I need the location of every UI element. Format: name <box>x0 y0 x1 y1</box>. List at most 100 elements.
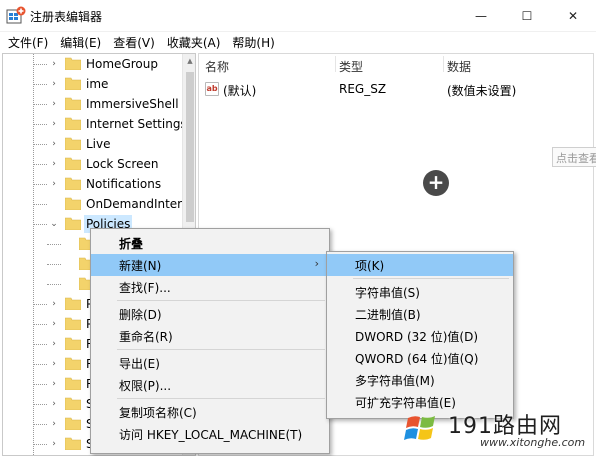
expand-arrow-icon[interactable]: › <box>49 414 59 434</box>
value-name: (默认) <box>223 84 257 98</box>
context-menu-item-label: 访问 HKEY_LOCAL_MACHINE(T) <box>119 427 303 442</box>
context-menu-item-label: 删除(D) <box>119 307 162 322</box>
tree-item[interactable]: › Notifications <box>3 174 183 194</box>
column-header-name[interactable]: 名称 <box>205 58 229 75</box>
tree-item[interactable]: › ime <box>3 74 183 94</box>
registry-editor-icon <box>6 6 26 24</box>
submenu-item[interactable]: 字符串值(S) <box>327 281 513 303</box>
close-button[interactable]: ✕ <box>550 0 596 32</box>
menu-view[interactable]: 查看(V) <box>107 34 161 51</box>
context-menu-item[interactable]: 重命名(R) <box>91 325 329 347</box>
expand-arrow-icon[interactable]: › <box>49 114 59 134</box>
folder-icon <box>65 337 81 350</box>
menu-separator <box>117 349 325 350</box>
folder-icon <box>65 117 81 130</box>
context-menu-item[interactable]: 查找(F)... <box>91 276 329 298</box>
tree-guide-line <box>47 264 61 265</box>
menu-separator <box>353 278 509 279</box>
tree-item-label: ImmersiveShell <box>86 97 179 111</box>
menu-separator <box>117 398 325 399</box>
tree-guide-line <box>33 404 47 405</box>
string-value-icon: ab <box>205 82 219 96</box>
expand-arrow-icon[interactable]: › <box>49 294 59 314</box>
tree-item[interactable]: › Internet Settings <box>3 114 187 134</box>
scroll-thumb[interactable] <box>186 72 194 222</box>
folder-icon <box>65 57 81 70</box>
submenu-item-label: DWORD (32 位)值(D) <box>355 329 478 344</box>
context-menu: 折叠新建(N) › 查找(F)... 删除(D) 重命名(R) 导出(E) 权限(P)...… <box>90 228 330 454</box>
collapse-arrow-icon[interactable]: ⌄ <box>49 214 59 234</box>
submenu-item[interactable]: QWORD (64 位)值(Q) <box>327 347 513 369</box>
side-tooltip[interactable]: 点击查看 <box>552 147 596 167</box>
tree-guide-line <box>33 384 47 385</box>
column-header-data[interactable]: 数据 <box>447 58 471 75</box>
tree-guide-line <box>33 144 47 145</box>
tree-guide-line <box>33 324 47 325</box>
context-menu-item[interactable]: 删除(D) <box>91 303 329 325</box>
tree-guide-line <box>33 184 47 185</box>
new-submenu: 项(K) 字符串值(S) 二进制值(B) DWORD (32 位)值(D) QWORD … <box>326 251 514 419</box>
tree-item-label: Live <box>86 137 111 151</box>
tree-item[interactable]: › HomeGroup <box>3 54 183 74</box>
expand-arrow-icon[interactable]: › <box>49 74 59 94</box>
tree-item[interactable]: › Live <box>3 134 183 154</box>
folder-icon <box>65 357 81 370</box>
expand-arrow-icon[interactable]: › <box>49 314 59 334</box>
tree-guide-line <box>33 304 47 305</box>
context-menu-item[interactable]: 权限(P)... <box>91 374 329 396</box>
expand-arrow-icon[interactable]: › <box>49 54 59 74</box>
expand-arrow-icon[interactable]: › <box>49 94 59 114</box>
context-menu-item[interactable]: 访问 HKEY_LOCAL_MACHINE(T) <box>91 423 329 445</box>
submenu-arrow-icon: › <box>314 257 319 270</box>
tree-item[interactable]: OnDemandInterfac <box>3 194 195 214</box>
expand-arrow-icon[interactable]: › <box>49 154 59 174</box>
expand-arrow-icon[interactable]: › <box>49 134 59 154</box>
context-menu-item[interactable]: 折叠 <box>91 232 329 254</box>
expand-arrow-icon[interactable]: › <box>49 354 59 374</box>
context-menu-item-label: 新建(N) <box>119 258 162 273</box>
column-header-type[interactable]: 类型 <box>339 58 363 75</box>
expand-arrow-icon[interactable]: › <box>49 394 59 414</box>
folder-icon <box>65 197 81 210</box>
expand-arrow-icon[interactable]: › <box>49 434 59 454</box>
folder-icon <box>65 137 81 150</box>
menu-edit[interactable]: 编辑(E) <box>54 34 107 51</box>
expand-arrow-icon[interactable]: › <box>49 374 59 394</box>
submenu-item-label: 二进制值(B) <box>355 307 421 322</box>
tree-guide-line <box>33 204 47 205</box>
tree-item[interactable]: › Lock Screen <box>3 154 183 174</box>
menu-help[interactable]: 帮助(H) <box>226 34 280 51</box>
folder-icon <box>65 177 81 190</box>
submenu-item[interactable]: 多字符串值(M) <box>327 369 513 391</box>
context-menu-item[interactable]: 新建(N) › <box>91 254 329 276</box>
expand-arrow-icon[interactable]: › <box>49 334 59 354</box>
tree-item[interactable]: › ImmersiveShell <box>3 94 183 114</box>
submenu-item[interactable]: DWORD (32 位)值(D) <box>327 325 513 347</box>
folder-icon <box>65 217 81 230</box>
tree-guide-line <box>33 64 47 65</box>
title-bar: 注册表编辑器 — ☐ ✕ <box>0 0 596 32</box>
column-divider[interactable] <box>443 56 444 72</box>
menu-separator <box>117 300 325 301</box>
context-menu-item[interactable]: 复制项名称(C) <box>91 401 329 423</box>
submenu-item[interactable]: 二进制值(B) <box>327 303 513 325</box>
context-menu-item-label: 查找(F)... <box>119 280 171 295</box>
value-row[interactable]: ab (默认) REG_SZ (数值未设置) <box>199 80 593 100</box>
watermark-url: www.xitonghe.com <box>480 436 586 449</box>
submenu-item[interactable]: 项(K) <box>327 254 513 276</box>
column-divider[interactable] <box>335 56 336 72</box>
expand-arrow-icon[interactable]: › <box>49 174 59 194</box>
tree-guide-line <box>33 104 47 105</box>
tree-guide-line <box>33 164 47 165</box>
close-icon: ✕ <box>567 9 579 23</box>
value-data: (数值未设置) <box>447 84 517 98</box>
windows-logo-icon <box>404 416 435 440</box>
menu-file[interactable]: 文件(F) <box>2 34 54 51</box>
folder-icon <box>65 397 81 410</box>
context-menu-item[interactable]: 导出(E) <box>91 352 329 374</box>
menu-favorites[interactable]: 收藏夹(A) <box>161 34 227 51</box>
add-circle-icon[interactable]: + <box>423 170 449 196</box>
maximize-button[interactable]: ☐ <box>504 0 550 32</box>
minimize-button[interactable]: — <box>458 0 504 32</box>
scroll-up-icon[interactable]: ▲ <box>183 54 195 68</box>
